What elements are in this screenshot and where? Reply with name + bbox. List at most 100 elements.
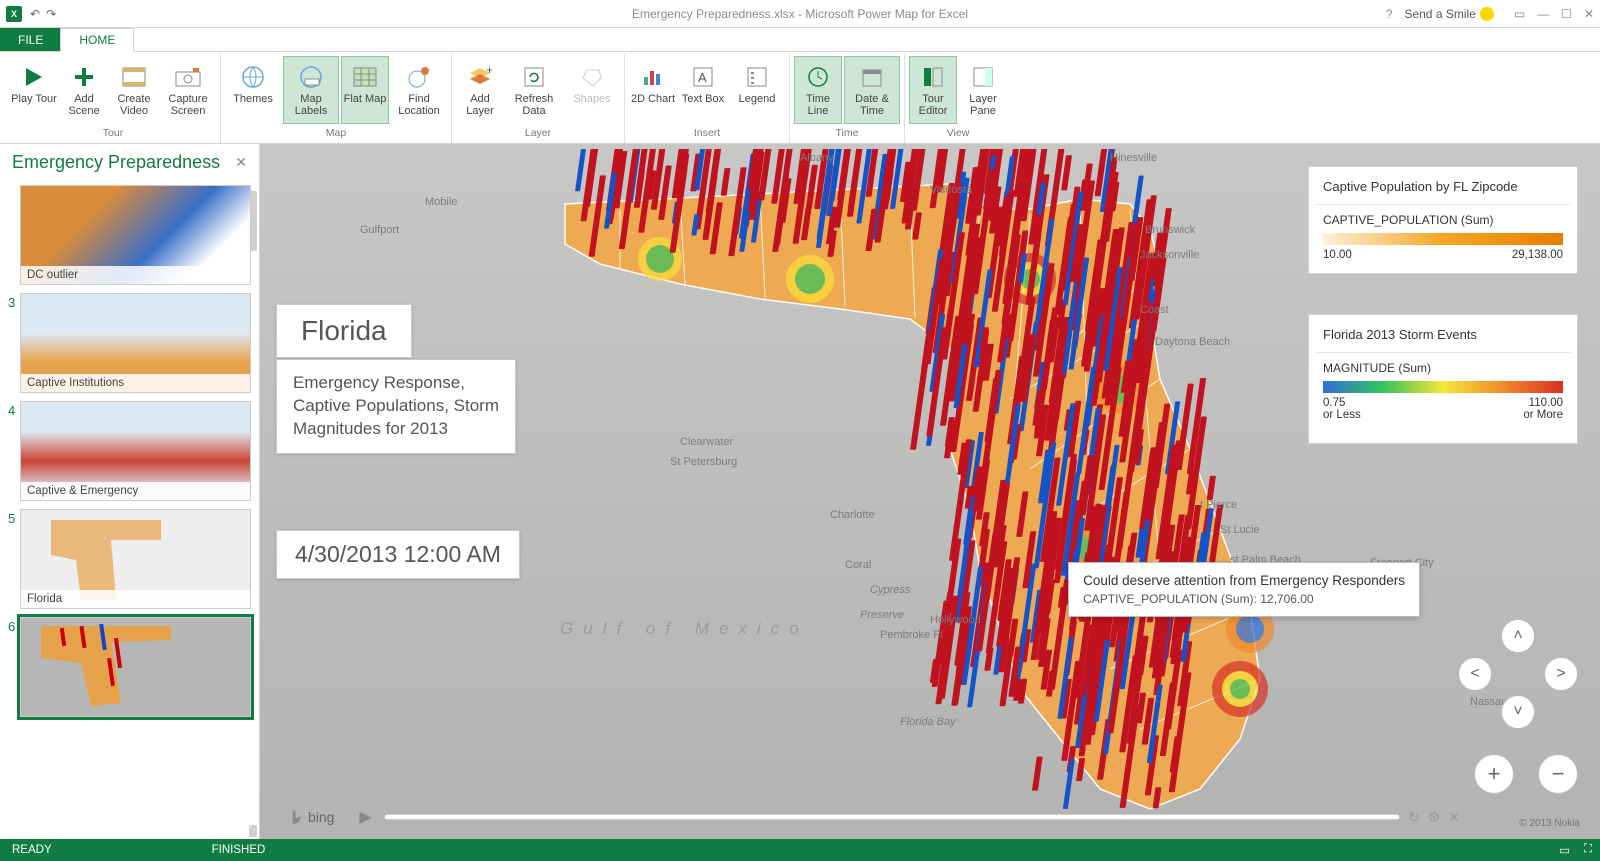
create-video-button[interactable]: Create Video xyxy=(110,56,158,124)
tab-strip: FILE HOME xyxy=(0,28,1600,52)
pan-left-button[interactable]: ˂ xyxy=(1458,657,1492,691)
date-time-button[interactable]: Date & Time xyxy=(844,56,900,124)
tooltip-value: CAPTIVE_POPULATION (Sum): 12,706.00 xyxy=(1083,592,1405,606)
plus-icon xyxy=(70,63,98,91)
city-label: Pembroke Pi xyxy=(880,629,943,641)
scrollbar-bottom-arrow[interactable] xyxy=(249,825,257,837)
tour-editor-button[interactable]: Tour Editor xyxy=(909,56,957,124)
legend-button[interactable]: Legend xyxy=(729,56,785,124)
pan-up-button[interactable]: ˄ xyxy=(1501,619,1535,653)
city-label: Brunswick xyxy=(1145,224,1195,236)
textbox-icon: A xyxy=(689,63,717,91)
play-button[interactable]: ▶ xyxy=(354,807,376,827)
tooltip-title: Could deserve attention from Emergency R… xyxy=(1083,573,1405,588)
text-box-button[interactable]: AText Box xyxy=(679,56,727,124)
legend-population[interactable]: Captive Population by FL Zipcode CAPTIVE… xyxy=(1308,166,1578,274)
gulf-label: Gulf of Mexico xyxy=(560,619,809,639)
excel-icon: X xyxy=(6,6,22,22)
scene-item-selected[interactable]: 6 xyxy=(8,617,251,717)
undo-button[interactable]: ↶ xyxy=(30,7,40,21)
group-tour: Play Tour Add Scene Create Video Capture… xyxy=(6,54,221,143)
legend-icon xyxy=(743,63,771,91)
time-playback-bar: bing ▶ ↻ ⚙ ✕ xyxy=(290,803,1460,831)
zoom-in-button[interactable]: + xyxy=(1474,754,1514,794)
editor-icon xyxy=(919,63,947,91)
map-labels-button[interactable]: Map Labels xyxy=(283,56,339,124)
bing-attribution: bing xyxy=(290,809,334,825)
city-label: St Petersburg xyxy=(670,456,737,468)
map-time-box[interactable]: 4/30/2013 12:00 AM xyxy=(276,530,520,579)
map-canvas[interactable]: Albany Hinesville Valdosta Mobile Gulfpo… xyxy=(260,144,1600,839)
settings-button[interactable]: ⚙ xyxy=(1428,809,1441,826)
status-finished: FINISHED xyxy=(212,844,266,856)
capture-screen-button[interactable]: Capture Screen xyxy=(160,56,216,124)
bing-icon xyxy=(290,810,304,824)
loop-button[interactable]: ↻ xyxy=(1408,809,1420,826)
gradient-bar xyxy=(1323,233,1563,245)
city-label: Florida Bay xyxy=(900,716,956,728)
status-ready: READY xyxy=(12,844,52,856)
scene-item[interactable]: 3 Captive Institutions xyxy=(8,293,251,393)
city-label: St Lucie xyxy=(1220,524,1260,536)
maximize-button[interactable]: ☐ xyxy=(1561,7,1572,21)
zoom-out-button[interactable]: − xyxy=(1538,754,1578,794)
layers-add-icon: + xyxy=(466,63,494,91)
tab-file[interactable]: FILE xyxy=(0,28,61,51)
scene-item[interactable]: 4 Captive & Emergency xyxy=(8,401,251,501)
city-label: Albany xyxy=(800,152,834,164)
map-title-box[interactable]: Florida xyxy=(276,304,412,358)
city-label: Clearwater xyxy=(680,436,733,448)
play-icon xyxy=(20,63,48,91)
redo-button[interactable]: ↷ xyxy=(46,7,56,21)
help-button[interactable]: ? xyxy=(1386,7,1393,21)
pan-down-button[interactable]: ˅ xyxy=(1501,695,1535,729)
pan-right-button[interactable]: ˃ xyxy=(1544,657,1578,691)
scene-list[interactable]: DC outlier 3 Captive Institutions 4 Capt… xyxy=(0,181,259,839)
scene-item[interactable]: DC outlier xyxy=(8,185,251,285)
time-line-button[interactable]: Time Line xyxy=(794,56,842,124)
window-title: Emergency Preparedness.xlsx - Microsoft … xyxy=(632,7,968,21)
add-scene-button[interactable]: Add Scene xyxy=(60,56,108,124)
refresh-data-button[interactable]: Refresh Data xyxy=(506,56,562,124)
pane-icon xyxy=(969,63,997,91)
2d-chart-button[interactable]: 2D Chart xyxy=(629,56,677,124)
add-layer-button[interactable]: +Add Layer xyxy=(456,56,504,124)
ribbon-options-button[interactable]: ▭ xyxy=(1514,7,1525,21)
timeline-slider[interactable] xyxy=(384,814,1400,820)
florida-map xyxy=(560,149,1320,839)
ribbon: Play Tour Add Scene Create Video Capture… xyxy=(0,52,1600,144)
calendar-icon xyxy=(858,63,886,91)
send-smile-button[interactable]: Send a Smile xyxy=(1404,7,1493,21)
nokia-attribution: © 2013 Nokia xyxy=(1519,818,1580,829)
flat-map-button[interactable]: Flat Map xyxy=(341,56,389,124)
close-timeline-button[interactable]: ✕ xyxy=(1448,809,1460,826)
close-panel-button[interactable]: ✕ xyxy=(235,154,247,171)
globe-label-icon xyxy=(297,63,325,91)
group-view: Tour Editor Layer Pane View xyxy=(905,54,1011,143)
group-insert: 2D Chart AText Box Legend Insert xyxy=(625,54,790,143)
group-map: Themes Map Labels Flat Map Find Location… xyxy=(221,54,452,143)
group-layer: +Add Layer Refresh Data Shapes Layer xyxy=(452,54,625,143)
minimize-button[interactable]: — xyxy=(1537,7,1549,21)
clock-icon xyxy=(804,63,832,91)
tab-home[interactable]: HOME xyxy=(60,28,134,52)
themes-button[interactable]: Themes xyxy=(225,56,281,124)
chart-icon xyxy=(639,63,667,91)
city-label: t Pierce xyxy=(1200,499,1237,511)
city-label: Cypress xyxy=(870,584,910,596)
city-label: Coast xyxy=(1140,304,1169,316)
film-icon xyxy=(120,63,148,91)
view-fullscreen-button[interactable]: ⛶ xyxy=(1584,843,1592,857)
find-location-button[interactable]: Find Location xyxy=(391,56,447,124)
map-description-box[interactable]: Emergency Response, Captive Populations,… xyxy=(276,359,516,454)
data-tooltip: Could deserve attention from Emergency R… xyxy=(1068,562,1420,617)
legend-storm[interactable]: Florida 2013 Storm Events MAGNITUDE (Sum… xyxy=(1308,314,1578,444)
close-button[interactable]: ✕ xyxy=(1584,7,1594,21)
layer-pane-button[interactable]: Layer Pane xyxy=(959,56,1007,124)
city-label: Jacksonville xyxy=(1140,249,1199,261)
view-normal-button[interactable]: ▭ xyxy=(1559,843,1570,857)
scene-item[interactable]: 5 Florida xyxy=(8,509,251,609)
play-tour-button[interactable]: Play Tour xyxy=(10,56,58,124)
svg-text:A: A xyxy=(698,70,707,85)
city-label: Valdosta xyxy=(930,184,972,196)
